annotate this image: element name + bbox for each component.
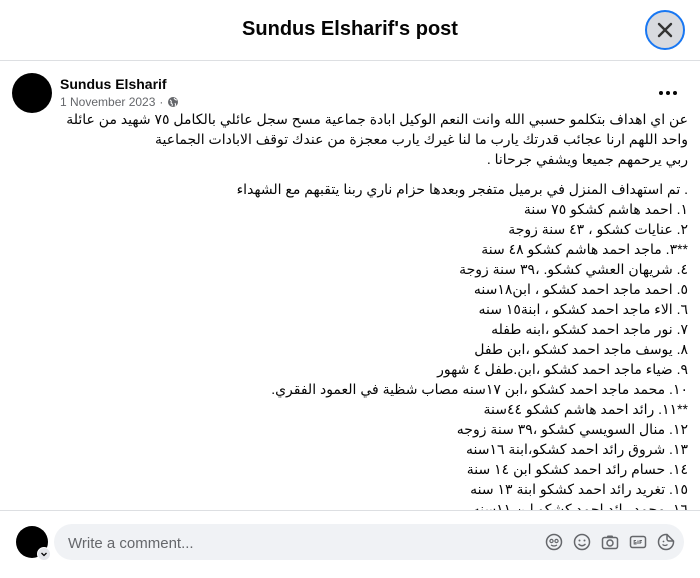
list-item: ٧. نور ماجد احمد كشكو ،ابنه طفله	[491, 321, 688, 337]
more-options-button[interactable]	[652, 79, 684, 107]
dialog-title: Sundus Elsharif's post	[242, 18, 458, 40]
list-item: ١٣. شروق رائد احمد كشكو،ابنة ١٦سنه	[465, 441, 688, 457]
list-item: ٢. عنايات كشكو ، ٤٣ سنة زوجة	[508, 221, 688, 237]
post-date[interactable]: 1 November 2023	[60, 95, 155, 109]
list-item: **٣. ماجد احمد هاشم كشكو ٤٨ سنة	[481, 241, 688, 257]
camera-icon	[601, 535, 619, 550]
comment-tools	[544, 532, 676, 552]
meta-separator: ·	[159, 95, 164, 109]
globe-icon[interactable]	[167, 96, 179, 108]
list-item: ١٤. حسام رائد احمد كشكو ابن ١٤ سنة	[466, 461, 688, 477]
list-item: ١. احمد هاشم كشكو ٧٥ سنة	[523, 201, 688, 217]
account-switch-badge[interactable]	[37, 547, 51, 561]
list-item: **١١. رائد احمد هاشم كشكو ٤٤سنة	[483, 401, 688, 417]
author-avatar[interactable]	[12, 73, 52, 113]
photo-button[interactable]	[600, 532, 620, 552]
gif-icon	[629, 535, 647, 549]
avatar-sticker-button[interactable]	[544, 532, 564, 552]
comment-input[interactable]	[66, 524, 530, 562]
sticker-button[interactable]	[656, 532, 676, 552]
more-options-icon	[659, 91, 677, 95]
post-intro-line: ربي يرحمهم جميعا ويشفي جرحانا .	[486, 151, 688, 167]
list-item: ١٥. تغريد رائد احمد كشكو ابنة ١٣ سنه	[470, 481, 688, 497]
list-item: ٩. ضياء ماجد احمد كشكو ،ابن.طفل ٤ شهور	[437, 361, 688, 377]
post-intro-line: عن اي اهداف بتكلمو حسبي الله وانت النعم …	[66, 111, 688, 127]
close-button[interactable]	[645, 10, 685, 50]
emoji-button[interactable]	[572, 532, 592, 552]
post-scroll-area[interactable]: Sundus Elsharif 1 November 2023 · عن اي …	[0, 61, 700, 510]
dialog-header: Sundus Elsharif's post	[0, 0, 700, 61]
gif-button[interactable]	[628, 532, 648, 552]
avatar-sticker-icon	[545, 533, 563, 551]
list-item: ١٦. محمد رائد احمد كشكو ابن ١١سنه	[472, 501, 688, 510]
emoji-icon	[573, 533, 591, 551]
post-intro-line: واحد اللهم ارنا عجائب قدرتك يارب ما لنا …	[155, 131, 688, 147]
list-item: ٤. شريهان العشي كشكو. ،٣٩ سنة زوجة	[459, 261, 688, 277]
sticker-icon	[657, 533, 675, 551]
list-intro: . تم استهداف المنزل في برميل متفجر وبعده…	[236, 181, 688, 197]
comment-footer	[0, 510, 700, 578]
list-item: ٨. يوسف ماجد احمد كشكو ،ابن طفل	[474, 341, 688, 357]
post-text: عن اي اهداف بتكلمو حسبي الله وانت النعم …	[28, 109, 688, 510]
close-icon	[657, 22, 673, 38]
list-item: ٦. الاء ماجد احمد كشكو ، ابنة١٥ سنه	[478, 301, 688, 317]
author-name[interactable]: Sundus Elsharif	[60, 76, 167, 92]
list-item: ٥. احمد ماجد احمد كشكو ، ابن١٨سنه	[473, 281, 688, 297]
chevron-down-icon	[41, 552, 47, 557]
comment-composer	[54, 524, 684, 562]
list-item: ١٠. محمد ماجد احمد كشكو ،ابن ١٧سنه مصاب …	[271, 381, 688, 397]
post-meta: 1 November 2023 ·	[60, 95, 179, 109]
list-item: ١٢. منال السويسي كشكو ،٣٩ سنة زوجه	[456, 421, 688, 437]
